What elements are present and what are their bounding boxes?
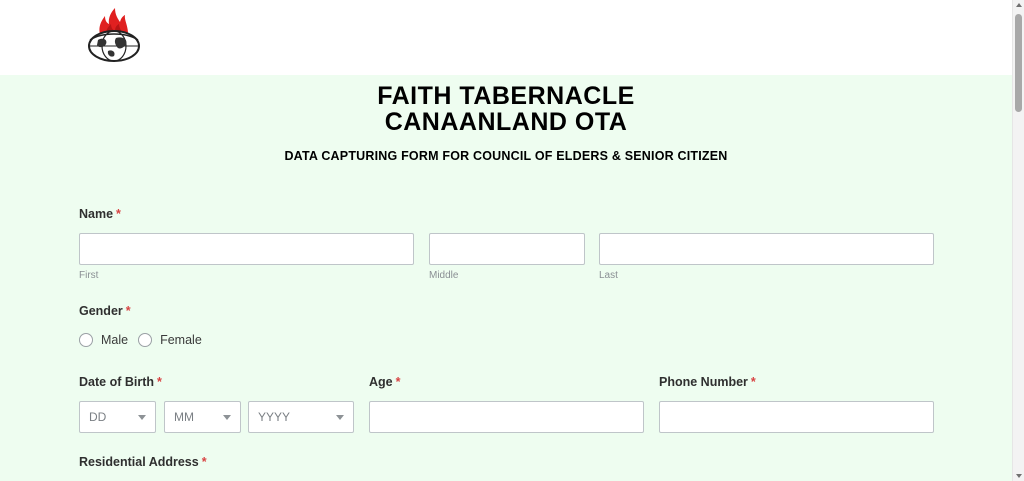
middle-name-input[interactable] — [429, 233, 585, 265]
dob-year-select[interactable]: YYYY — [248, 401, 354, 433]
name-label: Name * — [79, 207, 121, 221]
required-marker: * — [125, 304, 131, 318]
required-marker: * — [750, 375, 756, 389]
scroll-down-arrow-icon[interactable] — [1016, 474, 1022, 478]
first-name-input[interactable] — [79, 233, 414, 265]
dob-month-select[interactable]: MM — [164, 401, 241, 433]
page-header — [0, 0, 1012, 75]
gender-radio-group: Male Female — [79, 333, 212, 347]
form-section: FAITH TABERNACLE CANAANLAND OTA DATA CAP… — [0, 75, 1012, 481]
dob-day-value: DD — [89, 410, 107, 424]
chevron-down-icon — [223, 415, 231, 420]
church-logo-icon — [88, 8, 140, 62]
required-marker: * — [116, 207, 121, 221]
vertical-scrollbar[interactable] — [1012, 0, 1024, 481]
gender-male-label[interactable]: Male — [101, 333, 128, 347]
first-name-sublabel: First — [79, 270, 99, 281]
church-name-title: FAITH TABERNACLE — [377, 82, 635, 110]
church-location-title: CANAANLAND OTA — [384, 108, 628, 136]
gender-male-radio[interactable] — [79, 333, 93, 347]
last-name-sublabel: Last — [599, 270, 618, 281]
phone-number-input[interactable] — [659, 401, 934, 433]
phone-label: Phone Number * — [659, 375, 756, 389]
chevron-down-icon — [138, 415, 146, 420]
dob-month-value: MM — [174, 410, 194, 424]
gender-label: Gender * — [79, 304, 131, 318]
age-input[interactable] — [369, 401, 644, 433]
chevron-down-icon — [336, 415, 344, 420]
required-marker: * — [157, 375, 162, 389]
dob-label: Date of Birth * — [79, 375, 162, 389]
last-name-input[interactable] — [599, 233, 934, 265]
scroll-up-arrow-icon[interactable] — [1016, 3, 1022, 7]
required-marker: * — [201, 455, 207, 469]
gender-female-radio[interactable] — [138, 333, 153, 347]
scrollbar-thumb[interactable] — [1015, 14, 1022, 112]
residential-address-label: Residential Address * — [79, 455, 207, 469]
dob-day-select[interactable]: DD — [79, 401, 156, 433]
form-subtitle: DATA CAPTURING FORM FOR COUNCIL OF ELDER… — [284, 149, 728, 163]
middle-name-sublabel: Middle — [429, 270, 459, 281]
required-marker: * — [395, 375, 401, 389]
age-label: Age * — [369, 375, 401, 389]
dob-year-value: YYYY — [258, 410, 291, 424]
gender-female-label[interactable]: Female — [160, 333, 202, 347]
